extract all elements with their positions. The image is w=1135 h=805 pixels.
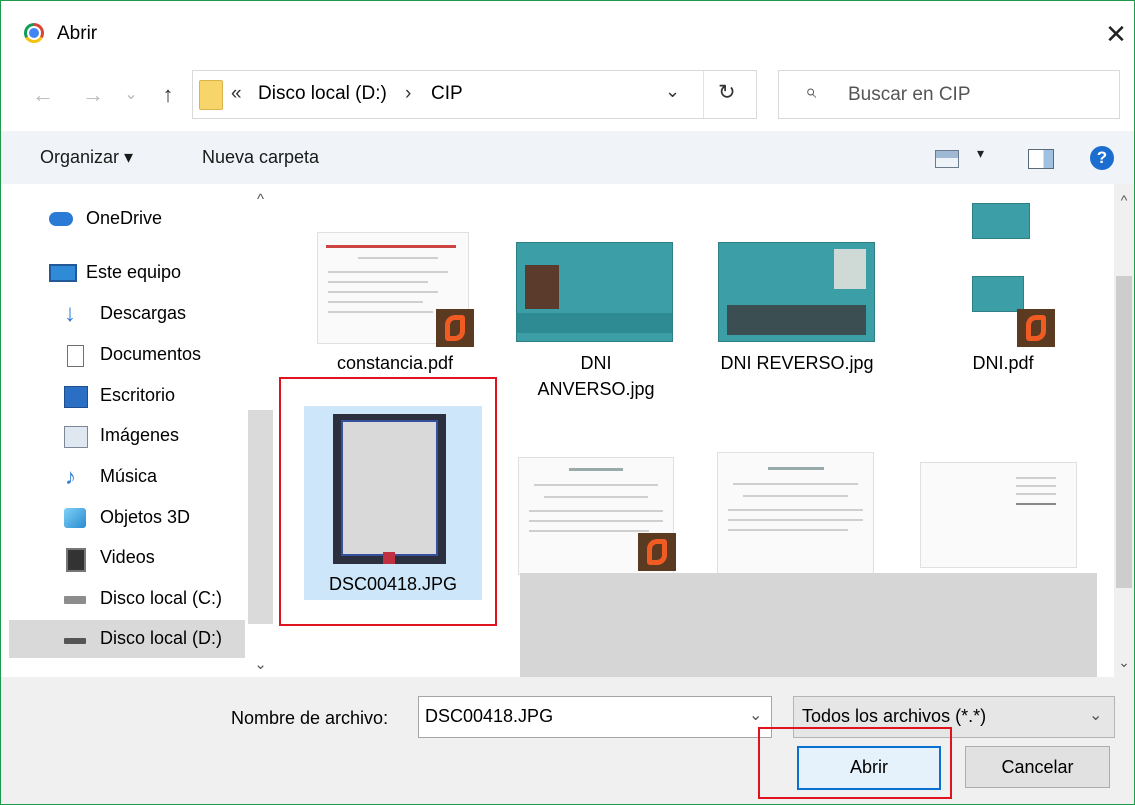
sidebar-item-label: Videos (100, 547, 155, 567)
pdf-icon (638, 533, 676, 571)
sidebar-item-videos[interactable]: Videos (9, 539, 245, 577)
sidebar-item-descargas[interactable]: ↓ Descargas (9, 295, 245, 333)
filename-label: Nombre de archivo: (231, 708, 389, 728)
file-preview-thumbnail (972, 276, 1024, 312)
search-input[interactable]: Buscar en CIP (848, 84, 971, 106)
file-type-value: Todos los archivos (*.*) (802, 706, 987, 726)
sidebar-item-label: Música (100, 466, 158, 486)
scrollbar-thumb[interactable] (248, 410, 273, 624)
breadcrumb-overflow[interactable]: « (231, 83, 242, 105)
sidebar-item-label: Este equipo (86, 262, 182, 282)
address-bar[interactable]: « Disco local (D:) › CIP ⌄ ↻ (192, 70, 757, 119)
breadcrumb-cip[interactable]: CIP (431, 83, 463, 105)
highlight-box-open (758, 727, 952, 799)
file-name: DNI ANVERSO.jpg (516, 350, 676, 402)
file-item-document[interactable] (920, 462, 1077, 568)
sidebar-item-musica[interactable]: ♪ Música (9, 458, 245, 496)
documents-icon (67, 345, 84, 367)
drive-c-icon (64, 596, 86, 604)
sidebar-item-label: Escritorio (100, 385, 176, 405)
pc-icon (49, 264, 77, 282)
forward-button[interactable]: → (81, 81, 105, 109)
sidebar-item-label: Disco local (C:) (100, 588, 223, 608)
scroll-down-icon[interactable]: ⌄ (1114, 652, 1134, 672)
folder-icon (199, 80, 223, 110)
new-folder-button[interactable]: Nueva carpeta (202, 147, 319, 168)
file-name: DNI.pdf (972, 353, 1034, 373)
sidebar-item-disco-d[interactable]: Disco local (D:) (9, 620, 245, 658)
videos-icon (66, 548, 86, 572)
desktop-icon (64, 386, 88, 408)
chrome-icon (24, 23, 44, 43)
command-toolbar: Organizar ▾ Nueva carpeta ▾ ? (1, 131, 1134, 184)
address-divider (703, 71, 704, 118)
change-view-icon[interactable] (935, 150, 959, 168)
file-item-dni-reverso[interactable] (718, 242, 875, 342)
loading-placeholder (520, 573, 1097, 677)
file-list-scrollbar[interactable]: ^ ⌄ (1114, 184, 1134, 677)
drive-d-icon (64, 638, 86, 644)
up-button[interactable]: ↑ (156, 81, 180, 109)
breadcrumb-separator[interactable]: › (405, 83, 411, 105)
file-item-dni-pdf[interactable] (972, 203, 1030, 239)
sidebar-item-label: Objetos 3D (100, 507, 191, 527)
music-icon: ♪ (65, 464, 76, 489)
scroll-up-icon[interactable]: ^ (1114, 190, 1134, 210)
back-button[interactable]: ← (31, 81, 55, 109)
pdf-icon (436, 309, 474, 347)
scroll-up-icon[interactable]: ^ (248, 188, 273, 212)
scrollbar-thumb[interactable] (1116, 276, 1132, 588)
preview-pane-icon[interactable] (1028, 149, 1054, 169)
view-options-chevron-icon[interactable]: ▾ (977, 145, 984, 162)
sidebar-item-label: Descargas (100, 303, 187, 323)
sidebar-item-documentos[interactable]: Documentos (9, 336, 245, 374)
sidebar-item-este-equipo[interactable]: Este equipo (9, 254, 245, 292)
file-type-dropdown-icon[interactable]: ⌄ (1089, 705, 1102, 725)
search-icon: ⌕ (805, 81, 817, 103)
highlight-box-file (279, 377, 497, 626)
filename-dropdown-icon[interactable]: ⌄ (749, 705, 762, 725)
close-button[interactable]: ✕ (1101, 19, 1131, 49)
breadcrumb-drive-d[interactable]: Disco local (D:) (258, 83, 387, 105)
file-item-dni-anverso[interactable] (516, 242, 673, 342)
sidebar-item-label: OneDrive (86, 208, 163, 228)
scroll-down-icon[interactable]: ⌄ (248, 653, 273, 677)
sidebar-item-label: Disco local (D:) (100, 628, 223, 648)
file-name: constancia.pdf (336, 353, 454, 373)
navigation-scrollbar[interactable]: ^ ⌄ (248, 184, 273, 677)
sidebar-item-label: Imágenes (100, 425, 180, 445)
file-item-document[interactable] (717, 452, 874, 574)
file-name-line: ANVERSO.jpg (537, 379, 655, 399)
downloads-icon: ↓ (64, 300, 76, 327)
sidebar-item-imagenes[interactable]: Imágenes (9, 417, 245, 455)
dialog-title: Abrir (57, 23, 98, 44)
sidebar-item-escritorio[interactable]: Escritorio (9, 377, 245, 415)
cancel-button[interactable]: Cancelar (965, 746, 1110, 788)
refresh-icon[interactable]: ↻ (718, 80, 736, 105)
search-box[interactable]: ⌕ Buscar en CIP (778, 70, 1120, 119)
pdf-icon (1017, 309, 1055, 347)
filename-input[interactable]: DSC00418.JPG ⌄ (418, 696, 772, 738)
filename-value[interactable]: DSC00418.JPG (425, 706, 553, 727)
recent-locations-button[interactable]: ⌄ (119, 81, 143, 109)
pictures-icon (64, 426, 88, 448)
onedrive-icon (49, 212, 73, 226)
sidebar-item-disco-c[interactable]: Disco local (C:) (9, 580, 245, 618)
sidebar-item-objetos-3d[interactable]: Objetos 3D (9, 499, 245, 537)
title-bar: Abrir ✕ (1, 1, 1134, 63)
sidebar-item-onedrive[interactable]: OneDrive (9, 200, 245, 238)
objects3d-icon (64, 508, 86, 528)
navigation-pane: OneDrive Este equipo ↓ Descargas Documen… (1, 184, 273, 677)
organize-button[interactable]: Organizar ▾ (40, 147, 133, 168)
file-name: DNI REVERSO.jpg (720, 353, 874, 373)
file-name-line: DNI (580, 353, 612, 373)
address-dropdown-icon[interactable]: ⌄ (665, 81, 680, 102)
sidebar-item-label: Documentos (100, 344, 202, 364)
open-dialog: Abrir ✕ ← → ⌄ ↑ « Disco local (D:) › CIP… (0, 0, 1135, 805)
help-icon[interactable]: ? (1090, 146, 1114, 170)
